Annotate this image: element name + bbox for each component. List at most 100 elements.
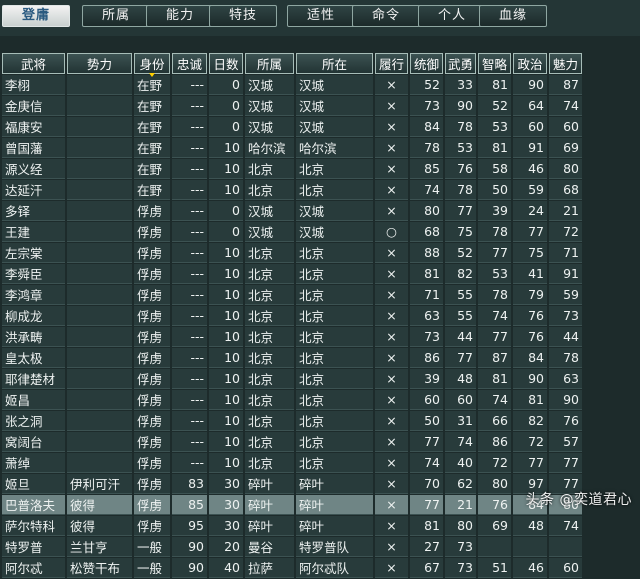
tab-personal[interactable]: 个人 xyxy=(418,5,486,27)
table-row[interactable]: 张之洞 俘虏 --- 10 北京 北京 × 50 31 66 82 76 xyxy=(2,411,582,431)
cell-intelligence: 81 xyxy=(478,75,511,95)
cell-valor: 55 xyxy=(445,285,476,305)
tab-skill[interactable]: 特技 xyxy=(209,5,277,27)
cell-days: 10 xyxy=(209,453,243,473)
tab-aptitude[interactable]: 适性 xyxy=(287,5,355,27)
cell-politics: 41 xyxy=(513,264,547,284)
cell-location: 北京 xyxy=(296,432,373,452)
cell-politics: 24 xyxy=(513,201,547,221)
table-row[interactable]: 萧绰 俘虏 --- 10 北京 北京 × 74 40 72 77 77 xyxy=(2,453,582,473)
cell-name: 李舜臣 xyxy=(2,264,65,284)
cell-faction xyxy=(67,75,132,95)
table-row[interactable]: 姬昌 俘虏 --- 10 北京 北京 × 60 60 74 81 90 xyxy=(2,390,582,410)
header-affiliation[interactable]: 所属 xyxy=(245,53,294,74)
table-row[interactable]: 源义经 在野 --- 10 北京 北京 × 85 76 58 46 80 xyxy=(2,159,582,179)
cell-location: 北京 xyxy=(296,411,373,431)
cell-affiliation: 北京 xyxy=(245,453,294,473)
header-location[interactable]: 所在 xyxy=(296,53,373,74)
table-row[interactable]: 李栩 在野 --- 0 汉城 汉城 × 52 33 81 90 87 xyxy=(2,75,582,95)
cell-charisma: 78 xyxy=(549,348,582,368)
tab-command[interactable]: 命令 xyxy=(352,5,420,27)
header-charisma[interactable]: 魅力 xyxy=(549,53,582,74)
cell-loyalty: 83 xyxy=(172,474,207,494)
header-intelligence[interactable]: 智略 xyxy=(478,53,511,74)
cell-affiliation: 北京 xyxy=(245,327,294,347)
cell-affiliation: 北京 xyxy=(245,306,294,326)
cell-intelligence: 78 xyxy=(478,222,511,242)
table-row[interactable]: 柳成龙 俘虏 --- 10 北京 北京 × 63 55 74 76 73 xyxy=(2,306,582,326)
table-row[interactable]: 李舜臣 俘虏 --- 10 北京 北京 × 81 82 53 41 91 xyxy=(2,264,582,284)
header-politics[interactable]: 政治 xyxy=(513,53,547,74)
table-row[interactable]: 窝阔台 俘虏 --- 10 北京 北京 × 77 74 86 72 57 xyxy=(2,432,582,452)
tab-recruit[interactable]: 登庸 xyxy=(2,5,70,27)
cell-charisma: 87 xyxy=(549,75,582,95)
header-days[interactable]: 日数 xyxy=(209,53,243,74)
cell-faction xyxy=(67,222,132,242)
cell-affiliation: 汉城 xyxy=(245,117,294,137)
cell-days: 30 xyxy=(209,516,243,536)
cell-location: 北京 xyxy=(296,369,373,389)
cell-location: 北京 xyxy=(296,348,373,368)
table-row[interactable]: 洪承畴 俘虏 --- 10 北京 北京 × 73 44 77 76 44 xyxy=(2,327,582,347)
cell-location: 北京 xyxy=(296,453,373,473)
cell-duty: × xyxy=(375,306,408,326)
header-faction[interactable]: 势力 xyxy=(67,53,132,74)
header-name[interactable]: 武将 xyxy=(2,53,65,74)
cell-duty: × xyxy=(375,537,408,557)
cell-politics: 79 xyxy=(513,285,547,305)
table-row[interactable]: 巴普洛夫 彼得 俘虏 85 30 碎叶 碎叶 × 77 21 76 84 80 xyxy=(2,495,582,515)
header-leadership[interactable]: 统御 xyxy=(410,53,443,74)
table-row[interactable]: 姬旦 伊利可汗 俘虏 83 30 碎叶 碎叶 × 70 62 80 97 77 xyxy=(2,474,582,494)
tab-ability[interactable]: 能力 xyxy=(146,5,214,27)
cell-intelligence: 72 xyxy=(478,453,511,473)
table-row[interactable]: 左宗棠 俘虏 --- 10 北京 北京 × 88 52 77 75 71 xyxy=(2,243,582,263)
cell-charisma: 60 xyxy=(549,117,582,137)
cell-loyalty: --- xyxy=(172,222,207,242)
table-row[interactable]: 特罗普 兰甘亨 一般 90 20 曼谷 特罗普队 × 27 73 xyxy=(2,537,582,557)
cell-duty: × xyxy=(375,432,408,452)
cell-valor: 77 xyxy=(445,348,476,368)
header-status[interactable]: 身份 xyxy=(134,53,170,77)
cell-location: 北京 xyxy=(296,327,373,347)
cell-name: 巴普洛夫 xyxy=(2,495,65,515)
cell-intelligence xyxy=(478,537,511,557)
table-row[interactable]: 王建 俘虏 --- 0 汉城 汉城 ○ 68 75 78 77 72 xyxy=(2,222,582,242)
cell-politics: 64 xyxy=(513,96,547,116)
table-row[interactable]: 李鸿章 俘虏 --- 10 北京 北京 × 71 55 78 79 59 xyxy=(2,285,582,305)
header-duty[interactable]: 履行 xyxy=(375,53,408,74)
table-row[interactable]: 多铎 俘虏 --- 0 汉城 汉城 × 80 77 39 24 21 xyxy=(2,201,582,221)
cell-location: 北京 xyxy=(296,243,373,263)
cell-faction: 彼得 xyxy=(67,516,132,536)
cell-name: 耶律楚材 xyxy=(2,369,65,389)
cell-intelligence: 53 xyxy=(478,117,511,137)
cell-intelligence: 74 xyxy=(478,306,511,326)
cell-location: 北京 xyxy=(296,390,373,410)
cell-duty: × xyxy=(375,558,408,578)
cell-loyalty: 85 xyxy=(172,495,207,515)
table-row[interactable]: 达延汗 在野 --- 10 北京 北京 × 74 78 50 59 68 xyxy=(2,180,582,200)
cell-duty: × xyxy=(375,117,408,137)
header-valor[interactable]: 武勇 xyxy=(445,53,476,74)
table-row[interactable]: 耶律楚材 俘虏 --- 10 北京 北京 × 39 48 81 90 63 xyxy=(2,369,582,389)
cell-leadership: 74 xyxy=(410,453,443,473)
cell-duty: × xyxy=(375,390,408,410)
header-loyalty[interactable]: 忠诚 xyxy=(172,53,207,74)
table-row[interactable]: 金庚信 在野 --- 0 汉城 汉城 × 73 90 52 64 74 xyxy=(2,96,582,116)
table-row[interactable]: 萨尔特科 彼得 俘虏 95 30 碎叶 碎叶 × 81 80 69 48 74 xyxy=(2,516,582,536)
cell-days: 0 xyxy=(209,117,243,137)
cell-affiliation: 汉城 xyxy=(245,96,294,116)
cell-loyalty: 90 xyxy=(172,558,207,578)
tab-lineage[interactable]: 血缘 xyxy=(479,5,547,27)
cell-valor: 76 xyxy=(445,159,476,179)
cell-affiliation: 北京 xyxy=(245,180,294,200)
tab-affiliation[interactable]: 所属 xyxy=(82,5,150,27)
table-row[interactable]: 皇太极 俘虏 --- 10 北京 北京 × 86 77 87 84 78 xyxy=(2,348,582,368)
cell-faction xyxy=(67,348,132,368)
table-row[interactable]: 曾国藩 在野 --- 10 哈尔滨 哈尔滨 × 78 53 81 91 69 xyxy=(2,138,582,158)
cell-name: 李栩 xyxy=(2,75,65,95)
cell-faction xyxy=(67,411,132,431)
cell-name: 左宗棠 xyxy=(2,243,65,263)
table-row[interactable]: 福康安 在野 --- 0 汉城 汉城 × 84 78 53 60 60 xyxy=(2,117,582,137)
cell-politics xyxy=(513,537,547,557)
table-row[interactable]: 阿尔忒 松赞干布 一般 90 40 拉萨 阿尔忒队 × 67 73 51 46 60 xyxy=(2,558,582,578)
